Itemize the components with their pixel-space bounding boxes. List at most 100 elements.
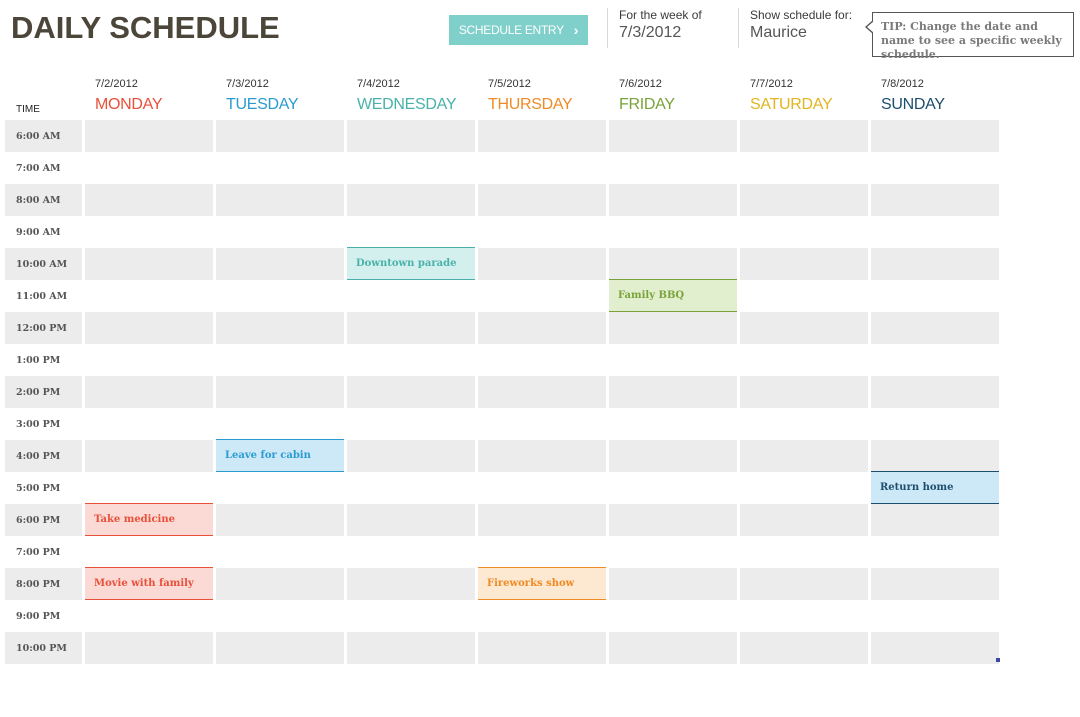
schedule-cell[interactable]: [740, 280, 868, 312]
schedule-cell[interactable]: [478, 152, 606, 184]
schedule-cell[interactable]: [347, 536, 475, 568]
event-block[interactable]: Leave for cabin: [216, 439, 344, 472]
schedule-cell[interactable]: [347, 440, 475, 472]
schedule-cell[interactable]: [347, 408, 475, 440]
schedule-cell[interactable]: [347, 280, 475, 312]
schedule-cell[interactable]: [347, 120, 475, 152]
schedule-cell[interactable]: [347, 568, 475, 600]
schedule-cell[interactable]: [478, 280, 606, 312]
event-block[interactable]: Fireworks show: [478, 567, 606, 600]
schedule-cell[interactable]: [609, 312, 737, 344]
schedule-cell[interactable]: [740, 472, 868, 504]
schedule-cell[interactable]: [85, 472, 213, 504]
person-name-input[interactable]: [750, 24, 860, 42]
event-block[interactable]: Family BBQ: [609, 279, 737, 312]
event-block[interactable]: Take medicine: [85, 503, 213, 536]
schedule-cell[interactable]: [609, 152, 737, 184]
schedule-cell[interactable]: [216, 568, 344, 600]
schedule-cell[interactable]: [85, 376, 213, 408]
event-block[interactable]: Downtown parade: [347, 247, 475, 280]
schedule-cell[interactable]: [85, 184, 213, 216]
schedule-cell[interactable]: [85, 600, 213, 632]
schedule-cell[interactable]: [347, 344, 475, 376]
schedule-cell[interactable]: [609, 568, 737, 600]
schedule-cell[interactable]: [871, 248, 999, 280]
schedule-cell[interactable]: [478, 312, 606, 344]
schedule-cell[interactable]: [871, 632, 999, 664]
resize-handle[interactable]: [996, 658, 1000, 662]
schedule-cell[interactable]: [347, 504, 475, 536]
schedule-cell[interactable]: [478, 600, 606, 632]
schedule-cell[interactable]: [871, 312, 999, 344]
schedule-cell[interactable]: [347, 600, 475, 632]
schedule-cell[interactable]: [85, 440, 213, 472]
schedule-cell[interactable]: [478, 536, 606, 568]
schedule-cell[interactable]: [216, 120, 344, 152]
schedule-cell[interactable]: [740, 152, 868, 184]
schedule-cell[interactable]: [85, 408, 213, 440]
schedule-cell[interactable]: [478, 120, 606, 152]
schedule-cell[interactable]: [347, 152, 475, 184]
schedule-cell[interactable]: [478, 504, 606, 536]
schedule-cell[interactable]: [216, 152, 344, 184]
schedule-cell[interactable]: [347, 216, 475, 248]
schedule-cell[interactable]: [740, 440, 868, 472]
schedule-cell[interactable]: [871, 184, 999, 216]
schedule-cell[interactable]: [216, 280, 344, 312]
schedule-cell[interactable]: [85, 312, 213, 344]
schedule-cell[interactable]: [85, 536, 213, 568]
schedule-cell[interactable]: [216, 216, 344, 248]
schedule-cell[interactable]: [740, 120, 868, 152]
schedule-cell[interactable]: [216, 536, 344, 568]
schedule-cell[interactable]: [347, 472, 475, 504]
schedule-cell[interactable]: [216, 376, 344, 408]
schedule-cell[interactable]: [478, 216, 606, 248]
schedule-cell[interactable]: [609, 504, 737, 536]
schedule-cell[interactable]: [85, 120, 213, 152]
schedule-cell[interactable]: [740, 248, 868, 280]
schedule-cell[interactable]: [740, 536, 868, 568]
schedule-cell[interactable]: [871, 120, 999, 152]
schedule-cell[interactable]: [871, 376, 999, 408]
schedule-cell[interactable]: [871, 568, 999, 600]
schedule-cell[interactable]: [216, 504, 344, 536]
schedule-cell[interactable]: [478, 184, 606, 216]
schedule-cell[interactable]: [609, 216, 737, 248]
schedule-cell[interactable]: [871, 408, 999, 440]
schedule-cell[interactable]: [478, 408, 606, 440]
schedule-cell[interactable]: [478, 472, 606, 504]
schedule-cell[interactable]: [478, 376, 606, 408]
schedule-cell[interactable]: [609, 440, 737, 472]
schedule-cell[interactable]: [871, 504, 999, 536]
event-block[interactable]: Return home: [871, 471, 999, 504]
schedule-cell[interactable]: [609, 376, 737, 408]
schedule-cell[interactable]: [216, 632, 344, 664]
schedule-cell[interactable]: [871, 344, 999, 376]
schedule-cell[interactable]: [85, 248, 213, 280]
schedule-cell[interactable]: [740, 600, 868, 632]
event-block[interactable]: Movie with family: [85, 567, 213, 600]
schedule-cell[interactable]: [216, 184, 344, 216]
schedule-cell[interactable]: [740, 312, 868, 344]
schedule-cell[interactable]: [216, 472, 344, 504]
schedule-cell[interactable]: [478, 440, 606, 472]
week-date-input[interactable]: [619, 24, 729, 42]
schedule-cell[interactable]: [478, 248, 606, 280]
schedule-cell[interactable]: [609, 536, 737, 568]
schedule-cell[interactable]: [740, 184, 868, 216]
schedule-cell[interactable]: [216, 312, 344, 344]
schedule-cell[interactable]: [740, 376, 868, 408]
schedule-cell[interactable]: [740, 216, 868, 248]
schedule-cell[interactable]: [871, 600, 999, 632]
schedule-cell[interactable]: [347, 632, 475, 664]
schedule-cell[interactable]: [347, 312, 475, 344]
schedule-cell[interactable]: [478, 344, 606, 376]
schedule-cell[interactable]: [609, 408, 737, 440]
schedule-cell[interactable]: [478, 632, 606, 664]
schedule-cell[interactable]: [740, 344, 868, 376]
schedule-cell[interactable]: [85, 344, 213, 376]
schedule-cell[interactable]: [216, 408, 344, 440]
schedule-cell[interactable]: [85, 280, 213, 312]
schedule-cell[interactable]: [871, 536, 999, 568]
schedule-cell[interactable]: [216, 248, 344, 280]
